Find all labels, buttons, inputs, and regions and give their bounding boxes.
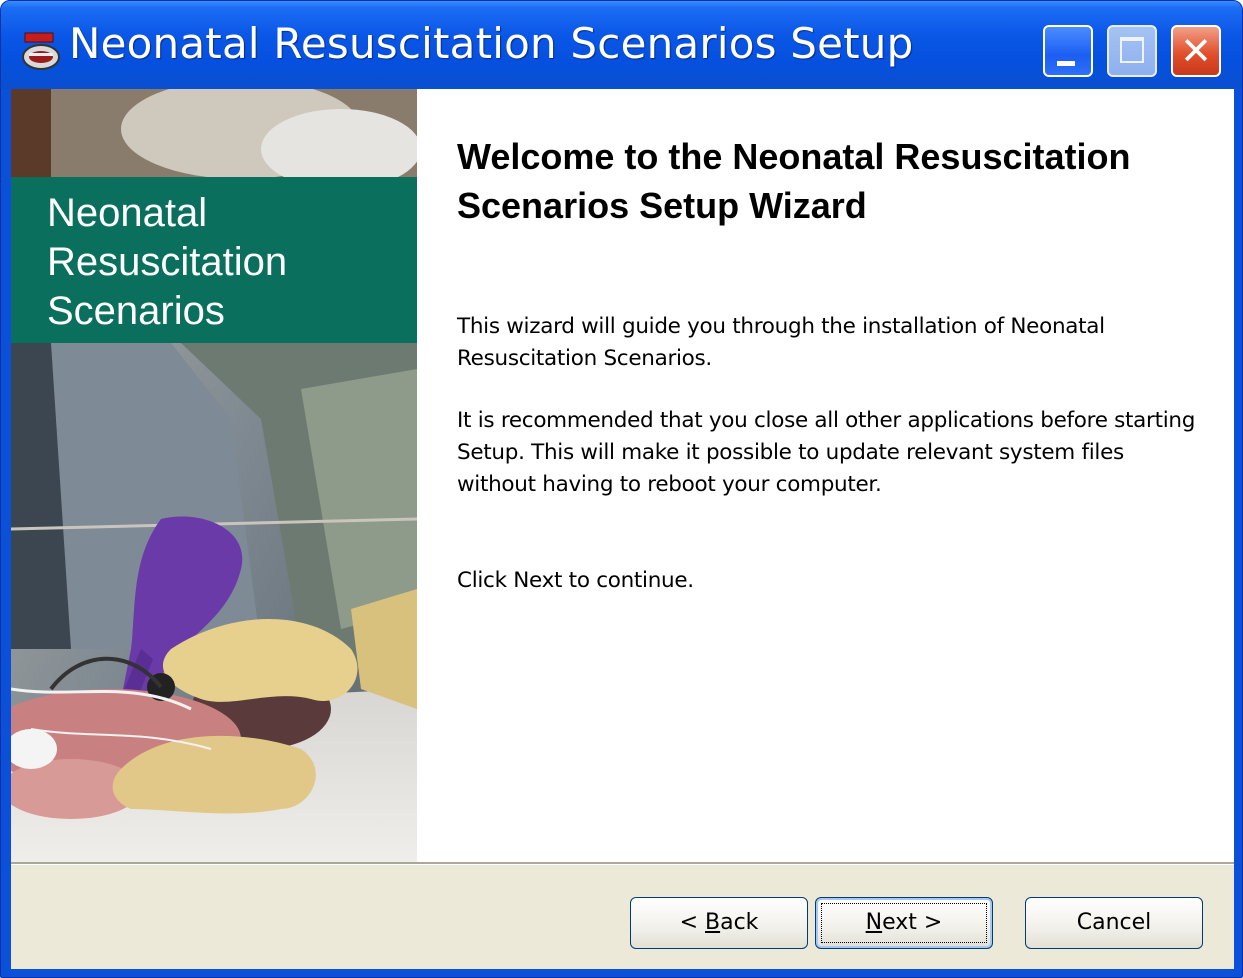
product-banner: Neonatal Resuscitation Scenarios: [11, 177, 417, 343]
maximize-icon: [1120, 37, 1144, 63]
setup-window: Neonatal Resuscitation Scenarios Setup ✕: [0, 0, 1243, 978]
cancel-button[interactable]: Cancel: [1025, 897, 1203, 949]
close-button[interactable]: ✕: [1171, 25, 1221, 77]
next-mnemonic: N: [865, 910, 883, 935]
title-bar[interactable]: Neonatal Resuscitation Scenarios Setup ✕: [1, 1, 1242, 89]
window-title: Neonatal Resuscitation Scenarios Setup: [69, 19, 914, 68]
maximize-button[interactable]: [1107, 25, 1157, 77]
page-title: Welcome to the Neonatal Resuscitation Sc…: [457, 136, 1131, 226]
back-prefix: <: [679, 910, 705, 935]
continue-instruction: Click Next to continue.: [457, 568, 694, 593]
intro-paragraph: This wizard will guide you through the i…: [457, 314, 1105, 371]
wizard-sidebar-image: Neonatal Resuscitation Scenarios: [11, 89, 417, 862]
back-button[interactable]: < Back: [630, 897, 808, 949]
back-mnemonic: B: [705, 910, 721, 935]
button-bar: < Back Next > Cancel: [11, 862, 1234, 969]
wizard-body: Neonatal Resuscitation Scenarios Welcome…: [11, 89, 1234, 969]
setup-icon: [22, 32, 60, 70]
next-button[interactable]: Next >: [815, 897, 993, 949]
banner-line: Neonatal: [47, 191, 208, 235]
minimize-button[interactable]: [1043, 25, 1093, 77]
back-rest: ack: [720, 910, 759, 935]
banner-line: Resuscitation: [47, 240, 288, 284]
product-banner-text: Neonatal Resuscitation Scenarios: [47, 189, 287, 336]
banner-line: Scenarios: [47, 289, 225, 333]
close-icon: ✕: [1180, 29, 1212, 73]
next-rest: ext >: [882, 910, 943, 935]
minimize-icon: [1057, 61, 1075, 66]
wizard-content: Welcome to the Neonatal Resuscitation Sc…: [457, 89, 1217, 862]
recommendation-paragraph: It is recommended that you close all oth…: [457, 408, 1196, 497]
